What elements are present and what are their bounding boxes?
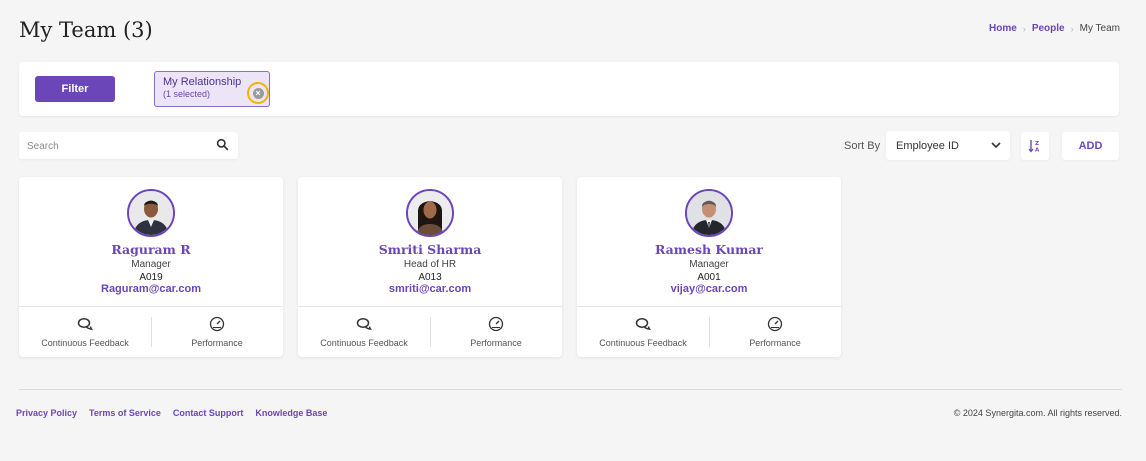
employee-id: A001: [697, 272, 721, 283]
employee-card-profile[interactable]: Raguram R Manager A019 Raguram@car.com: [19, 177, 283, 306]
filter-button[interactable]: Filter: [35, 76, 115, 102]
card-actions: Continuous Feedback Performance: [298, 306, 562, 357]
performance-button[interactable]: Performance: [151, 307, 283, 357]
employee-card-profile[interactable]: Smriti Sharma Head of HR A013 smriti@car…: [298, 177, 562, 306]
employee-email[interactable]: smriti@car.com: [298, 283, 562, 295]
employee-card: Raguram R Manager A019 Raguram@car.com C…: [19, 177, 283, 357]
employee-role: Manager: [689, 259, 729, 270]
employee-id: A013: [418, 272, 442, 283]
performance-label: Performance: [470, 338, 522, 348]
page-title: My Team (3): [19, 18, 153, 42]
search-icon[interactable]: [216, 138, 229, 151]
filter-panel: Filter My Relationship (1 selected) ×: [19, 62, 1119, 116]
breadcrumb-people[interactable]: People: [1032, 23, 1065, 34]
continuous-feedback-label: Continuous Feedback: [599, 338, 687, 348]
filter-chip-title: My Relationship: [163, 76, 242, 88]
sort-by-label: Sort By: [844, 140, 881, 152]
chevron-down-icon: [991, 142, 1001, 149]
search-input[interactable]: [27, 138, 207, 154]
employee-card: Ramesh Kumar Manager A001 vijay@car.com …: [577, 177, 841, 357]
breadcrumb-home[interactable]: Home: [989, 23, 1017, 34]
breadcrumb-separator-icon: ›: [1070, 23, 1074, 34]
employee-card-profile[interactable]: Ramesh Kumar Manager A001 vijay@car.com: [577, 177, 841, 306]
sort-direction-button[interactable]: Z A: [1021, 132, 1049, 160]
privacy-policy-link[interactable]: Privacy Policy: [16, 408, 77, 418]
svg-text:Z: Z: [1035, 141, 1039, 147]
close-icon: ×: [252, 87, 264, 99]
knowledge-base-link[interactable]: Knowledge Base: [255, 408, 327, 418]
employee-name: Smriti Sharma: [378, 242, 482, 257]
chat-bubbles-icon: [635, 318, 651, 330]
avatar: [685, 189, 733, 237]
employee-role: Head of HR: [403, 259, 457, 270]
continuous-feedback-button[interactable]: Continuous Feedback: [298, 307, 430, 357]
terms-of-service-link[interactable]: Terms of Service: [89, 408, 161, 418]
contact-support-link[interactable]: Contact Support: [173, 408, 244, 418]
filter-chip-my-relationship[interactable]: My Relationship (1 selected) ×: [154, 71, 270, 107]
performance-label: Performance: [749, 338, 801, 348]
sort-az-icon: Z A: [1028, 140, 1040, 154]
continuous-feedback-label: Continuous Feedback: [41, 338, 129, 348]
footer-links: Privacy Policy Terms of Service Contact …: [16, 408, 327, 418]
employee-card: Smriti Sharma Head of HR A013 smriti@car…: [298, 177, 562, 357]
employee-email[interactable]: vijay@car.com: [577, 283, 841, 295]
footer-divider: [19, 389, 1122, 390]
chat-bubbles-icon: [77, 318, 93, 330]
breadcrumb-separator-icon: ›: [1022, 23, 1026, 34]
continuous-feedback-button[interactable]: Continuous Feedback: [19, 307, 151, 357]
search-box: [19, 132, 238, 159]
sort-by-value: Employee ID: [896, 140, 959, 152]
performance-button[interactable]: Performance: [709, 307, 841, 357]
avatar: [406, 189, 454, 237]
continuous-feedback-button[interactable]: Continuous Feedback: [577, 307, 709, 357]
employee-role: Manager: [131, 259, 171, 270]
employee-id: A019: [139, 272, 163, 283]
breadcrumb-current: My Team: [1079, 23, 1120, 34]
svg-text:A: A: [1035, 148, 1040, 154]
breadcrumb: Home › People › My Team: [989, 23, 1120, 34]
continuous-feedback-label: Continuous Feedback: [320, 338, 408, 348]
gauge-icon: [209, 316, 225, 332]
performance-button[interactable]: Performance: [430, 307, 562, 357]
card-actions: Continuous Feedback Performance: [19, 306, 283, 357]
avatar: [127, 189, 175, 237]
add-button[interactable]: ADD: [1062, 132, 1119, 160]
gauge-icon: [767, 316, 783, 332]
chat-bubbles-icon: [356, 318, 372, 330]
remove-filter-button[interactable]: ×: [247, 82, 269, 104]
card-actions: Continuous Feedback Performance: [577, 306, 841, 357]
performance-label: Performance: [191, 338, 243, 348]
employee-name: Ramesh Kumar: [654, 242, 764, 257]
employee-name: Raguram R: [111, 242, 191, 257]
copyright-text: © 2024 Synergita.com. All rights reserve…: [953, 408, 1122, 418]
employee-email[interactable]: Raguram@car.com: [19, 283, 283, 295]
sort-by-select[interactable]: Employee ID: [886, 131, 1010, 160]
gauge-icon: [488, 316, 504, 332]
